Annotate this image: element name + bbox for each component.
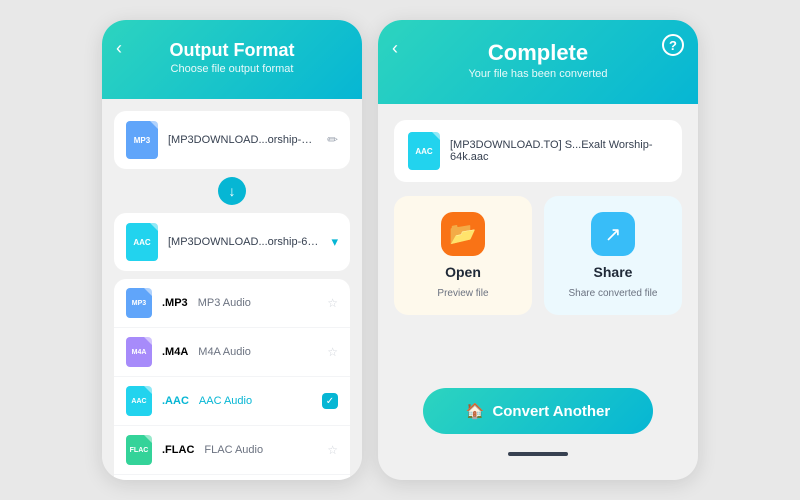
source-file-name: [MP3DOWNLOAD...orship-64k.MP3	[168, 134, 317, 146]
format-full-aac: AAC Audio	[199, 395, 252, 407]
format-full-m4a: M4A Audio	[198, 346, 251, 358]
format-list: MP3 .MP3 MP3 Audio ☆ M4A .M4A M4A Audio …	[114, 279, 350, 480]
output-file-icon: AAC	[126, 223, 158, 261]
converted-file-icon: AAC	[408, 132, 440, 170]
format-icon-m4a: M4A	[126, 337, 152, 367]
output-file-icon-label: AAC	[133, 238, 150, 247]
action-row: 📂 Open Preview file ↗ Share Share conver…	[394, 196, 682, 315]
left-body: MP3 [MP3DOWNLOAD...orship-64k.MP3 ✏ ↓ AA…	[102, 99, 362, 480]
convert-arrow: ↓	[218, 177, 246, 205]
right-header: ‹ ? Complete Your file has been converte…	[378, 20, 698, 104]
share-action-icon: ↗	[591, 212, 635, 256]
convert-another-button[interactable]: 🏠 Convert Another	[423, 388, 653, 434]
output-file-row[interactable]: AAC [MP3DOWNLOAD...orship-64k.AAC ▾	[114, 213, 350, 271]
format-full-flac: FLAC Audio	[204, 444, 263, 456]
share-action-title: Share	[594, 264, 633, 280]
convert-another-label: Convert Another	[492, 403, 610, 420]
right-body: AAC [MP3DOWNLOAD.TO] S...Exalt Worship-6…	[378, 104, 698, 480]
home-icon: 🏠	[466, 402, 485, 420]
converted-file-row: AAC [MP3DOWNLOAD.TO] S...Exalt Worship-6…	[394, 120, 682, 182]
format-item-ogg[interactable]: OGG .OGG OGG Audio ☆	[114, 475, 350, 480]
open-action-title: Open	[445, 264, 481, 280]
right-back-button[interactable]: ‹	[392, 38, 398, 59]
format-full-mp3: MP3 Audio	[198, 297, 251, 309]
source-file-row: MP3 [MP3DOWNLOAD...orship-64k.MP3 ✏	[114, 111, 350, 169]
share-action-desc: Share converted file	[569, 288, 658, 299]
left-back-button[interactable]: ‹	[116, 38, 122, 59]
source-file-icon: MP3	[126, 121, 158, 159]
open-action-card[interactable]: 📂 Open Preview file	[394, 196, 532, 315]
converted-icon-label: AAC	[415, 147, 432, 156]
spacer	[394, 329, 682, 374]
right-title: Complete	[394, 40, 682, 66]
format-icon-flac: FLAC	[126, 435, 152, 465]
source-file-icon-label: MP3	[134, 136, 150, 145]
check-icon-aac: ✓	[322, 393, 338, 409]
format-short-flac: .FLAC	[162, 444, 194, 456]
right-panel: ‹ ? Complete Your file has been converte…	[378, 20, 698, 480]
output-file-name: [MP3DOWNLOAD...orship-64k.AAC	[168, 236, 321, 248]
edit-icon[interactable]: ✏	[327, 132, 338, 148]
open-action-desc: Preview file	[437, 288, 488, 299]
right-subtitle: Your file has been converted	[394, 68, 682, 80]
arrow-down-icon: ↓	[229, 183, 236, 199]
open-action-icon: 📂	[441, 212, 485, 256]
left-header: ‹ Output Format Choose file output forma…	[102, 20, 362, 99]
share-action-card[interactable]: ↗ Share Share converted file	[544, 196, 682, 315]
converted-filename: [MP3DOWNLOAD.TO] S...Exalt Worship-64k.a…	[450, 139, 668, 163]
format-item-aac[interactable]: AAC .AAC AAC Audio ✓	[114, 377, 350, 426]
format-item-mp3[interactable]: MP3 .MP3 MP3 Audio ☆	[114, 279, 350, 328]
left-subtitle: Choose file output format	[118, 63, 346, 75]
format-short-m4a: .M4A	[162, 346, 188, 358]
format-icon-mp3: MP3	[126, 288, 152, 318]
format-short-aac: .AAC	[162, 395, 189, 407]
app-container: ‹ Output Format Choose file output forma…	[0, 0, 800, 500]
left-panel: ‹ Output Format Choose file output forma…	[102, 20, 362, 480]
dropdown-arrow-icon: ▾	[331, 234, 338, 250]
help-button[interactable]: ?	[662, 34, 684, 56]
format-item-m4a[interactable]: M4A .M4A M4A Audio ☆	[114, 328, 350, 377]
format-short-mp3: .MP3	[162, 297, 188, 309]
left-title: Output Format	[118, 40, 346, 61]
format-item-flac[interactable]: FLAC .FLAC FLAC Audio ☆	[114, 426, 350, 475]
star-icon-mp3[interactable]: ☆	[327, 296, 338, 310]
home-indicator-right	[508, 452, 568, 456]
star-icon-m4a[interactable]: ☆	[327, 345, 338, 359]
format-icon-aac: AAC	[126, 386, 152, 416]
star-icon-flac[interactable]: ☆	[327, 443, 338, 457]
